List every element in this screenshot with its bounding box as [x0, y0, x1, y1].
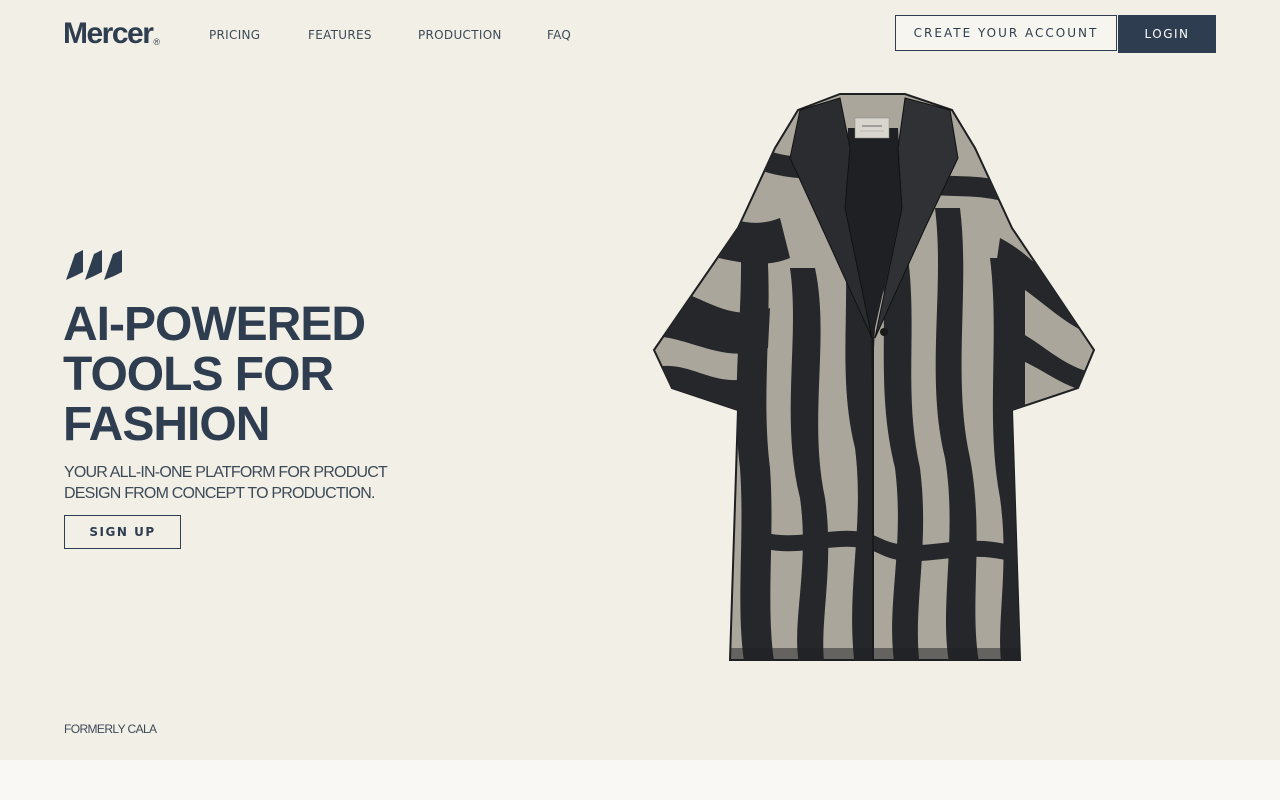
mercer-logo[interactable]: Mercer® [63, 17, 160, 59]
hero-title: AI-POWERED TOOLS FOR FASHION [63, 300, 483, 450]
nav-features[interactable]: FEATURES [308, 28, 418, 42]
login-button[interactable]: LOGIN [1118, 15, 1216, 53]
product-image-zebra-jacket [652, 93, 1096, 661]
main-nav: PRICING FEATURES PRODUCTION FAQ [209, 28, 587, 42]
hero-subtitle: YOUR ALL-IN-ONE PLATFORM FOR PRODUCT DES… [64, 462, 404, 504]
footer-band [0, 760, 1280, 800]
nav-production[interactable]: PRODUCTION [418, 28, 547, 42]
logo-text: Mercer [63, 17, 154, 50]
hero-subtitle-line: DESIGN FROM CONCEPT TO PRODUCTION. [64, 485, 375, 502]
formerly-cala-note: FORMERLY CALA [64, 722, 157, 736]
hero-title-line: TOOLS FOR [63, 348, 334, 401]
create-account-button[interactable]: CREATE YOUR ACCOUNT [895, 15, 1117, 51]
triple-slash-logo-icon [66, 250, 122, 280]
hero-title-line: FASHION [63, 398, 270, 451]
hero-subtitle-line: YOUR ALL-IN-ONE PLATFORM FOR PRODUCT [64, 464, 388, 481]
nav-pricing[interactable]: PRICING [209, 28, 308, 42]
hero-title-line: AI-POWERED [63, 298, 366, 351]
registered-mark: ® [153, 37, 161, 47]
signup-button[interactable]: SIGN UP [64, 515, 181, 549]
nav-faq[interactable]: FAQ [547, 28, 587, 42]
site-header: Mercer® PRICING FEATURES PRODUCTION FAQ … [0, 0, 1280, 70]
